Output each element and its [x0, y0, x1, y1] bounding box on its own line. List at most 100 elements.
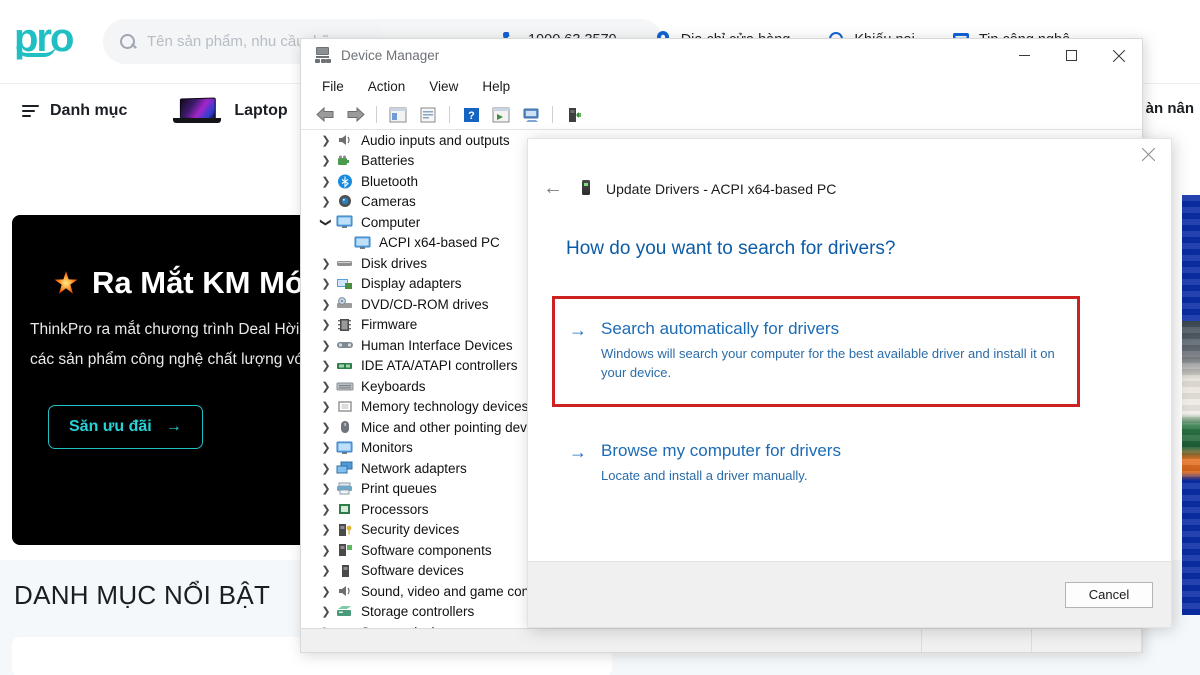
chevron-right-icon[interactable]: ❯ — [317, 359, 335, 372]
chevron-right-icon[interactable]: ❯ — [317, 380, 335, 393]
chevron-right-icon[interactable]: ❯ — [317, 605, 335, 618]
chevron-right-icon[interactable]: ❯ — [317, 175, 335, 188]
monitor-icon — [335, 214, 354, 230]
nav-item-laptop[interactable]: Laptop — [171, 96, 287, 126]
dialog-title: Update Drivers - ACPI x64-based PC — [606, 181, 836, 197]
hid-icon — [335, 337, 354, 353]
back-icon[interactable] — [311, 103, 339, 127]
ide-controller-icon — [335, 358, 354, 374]
option-text-block: Browse my computer for drivers Locate an… — [601, 441, 841, 485]
status-segment-2 — [922, 629, 1032, 652]
menu-file[interactable]: File — [313, 76, 353, 97]
site-logo[interactable]: pro — [14, 18, 84, 64]
bluetooth-icon — [335, 173, 354, 189]
chevron-right-icon[interactable]: ❯ — [317, 626, 335, 628]
disk-icon — [335, 255, 354, 271]
tree-item-label: Disk drives — [361, 256, 427, 271]
status-bar — [301, 628, 1142, 652]
chevron-right-icon[interactable]: ❯ — [317, 154, 335, 167]
monitor-icon — [335, 440, 354, 456]
banner-cta-label: Săn ưu đãi — [69, 418, 152, 436]
banner-cta-button[interactable]: Săn ưu đãi → — [48, 405, 203, 449]
tree-item-label: Audio inputs and outputs — [361, 133, 510, 148]
chevron-right-icon[interactable]: ❯ — [317, 195, 335, 208]
chevron-right-icon[interactable]: ❯ — [317, 318, 335, 331]
options-container: → Search automatically for drivers Windo… — [552, 296, 1080, 407]
device-icon — [578, 180, 594, 197]
optical-drive-icon — [335, 296, 354, 312]
toolbar-separator — [552, 106, 553, 123]
update-drivers-dialog: ← Update Drivers - ACPI x64-based PC How… — [527, 138, 1172, 628]
properties-icon[interactable] — [414, 103, 442, 127]
chevron-right-icon[interactable]: ❯ — [317, 257, 335, 270]
dialog-close-button[interactable] — [1125, 139, 1171, 169]
tree-item-label: System devices — [361, 625, 456, 628]
chevron-right-icon[interactable]: ❯ — [317, 503, 335, 516]
option-title[interactable]: Browse my computer for drivers — [601, 441, 841, 461]
tree-item-label: Processors — [361, 502, 429, 517]
option-search-automatically[interactable]: → Search automatically for drivers Windo… — [569, 319, 1061, 382]
tree-item-label: Mice and other pointing devices — [361, 420, 551, 435]
device-manager-icon — [314, 47, 332, 64]
nav-item-label: Laptop — [234, 102, 287, 120]
screen: pro Tên sản phẩm, nhu cầu, hãng... 1900 … — [0, 0, 1200, 675]
arrow-right-icon: → — [569, 441, 587, 462]
nav-item-label: Danh mục — [50, 102, 127, 120]
cancel-button[interactable]: Cancel — [1065, 582, 1153, 608]
back-arrow-icon[interactable]: ← — [540, 177, 566, 200]
chevron-right-icon[interactable]: ❯ — [317, 134, 335, 147]
banner-heading-text: Ra Mắt KM Mới — [92, 265, 316, 301]
tree-item-label: IDE ATA/ATAPI controllers — [361, 358, 518, 373]
software-component-icon — [335, 542, 354, 558]
maximize-button[interactable] — [1048, 39, 1095, 72]
chevron-right-icon[interactable]: ❯ — [317, 544, 335, 557]
battery-icon — [335, 153, 354, 169]
tree-item-label: Display adapters — [361, 276, 462, 291]
right-promo-image-strip — [1182, 195, 1200, 615]
option-subtitle: Locate and install a driver manually. — [601, 466, 841, 485]
network-adapter-icon — [335, 460, 354, 476]
minimize-button[interactable] — [1001, 39, 1048, 72]
chevron-right-icon[interactable]: ❯ — [317, 298, 335, 311]
update-driver-icon[interactable] — [487, 103, 515, 127]
chevron-right-icon[interactable]: ❯ — [317, 421, 335, 434]
toolbar-separator — [376, 106, 377, 123]
device-manager-titlebar[interactable]: Device Manager — [301, 39, 1142, 72]
show-hide-console-tree-icon[interactable] — [384, 103, 412, 127]
add-legacy-hardware-icon[interactable] — [560, 103, 588, 127]
chevron-down-icon[interactable]: ❯ — [320, 213, 333, 231]
logo-smile-decoration — [16, 45, 56, 57]
chevron-right-icon[interactable]: ❯ — [317, 564, 335, 577]
menu-view[interactable]: View — [420, 76, 467, 97]
chevron-right-icon[interactable]: ❯ — [317, 441, 335, 454]
scan-hardware-icon[interactable] — [517, 103, 545, 127]
close-button[interactable] — [1095, 39, 1142, 72]
menu-help[interactable]: Help — [473, 76, 519, 97]
chevron-right-icon[interactable]: ❯ — [317, 482, 335, 495]
search-icon — [119, 33, 137, 51]
menu-action[interactable]: Action — [359, 76, 415, 97]
option-browse-my-computer[interactable]: → Browse my computer for drivers Locate … — [569, 441, 1171, 485]
chevron-right-icon[interactable]: ❯ — [317, 462, 335, 475]
chevron-right-icon[interactable]: ❯ — [317, 277, 335, 290]
chevron-right-icon[interactable]: ❯ — [317, 585, 335, 598]
security-device-icon — [335, 522, 354, 538]
chevron-right-icon[interactable]: ❯ — [317, 339, 335, 352]
section-title: DANH MỤC NỔI BẬT — [14, 580, 270, 611]
chevron-right-icon[interactable]: ❯ — [317, 523, 335, 536]
window-title: Device Manager — [341, 48, 439, 63]
tree-item-label: Bluetooth — [361, 174, 418, 189]
option-title[interactable]: Search automatically for drivers — [601, 319, 1061, 339]
arrow-right-icon: → — [166, 418, 182, 436]
nav-item-categories[interactable]: Danh mục — [22, 102, 127, 120]
svg-text:?: ? — [468, 110, 475, 122]
dialog-header: ← Update Drivers - ACPI x64-based PC — [528, 139, 1171, 200]
status-segment-3 — [1032, 629, 1142, 652]
forward-icon[interactable] — [341, 103, 369, 127]
printer-icon — [335, 481, 354, 497]
help-icon[interactable]: ? — [457, 103, 485, 127]
tree-item-label: Security devices — [361, 522, 459, 537]
memory-icon — [335, 399, 354, 415]
nav-item-partial-right[interactable]: àn nân — [1146, 100, 1194, 117]
chevron-right-icon[interactable]: ❯ — [317, 400, 335, 413]
